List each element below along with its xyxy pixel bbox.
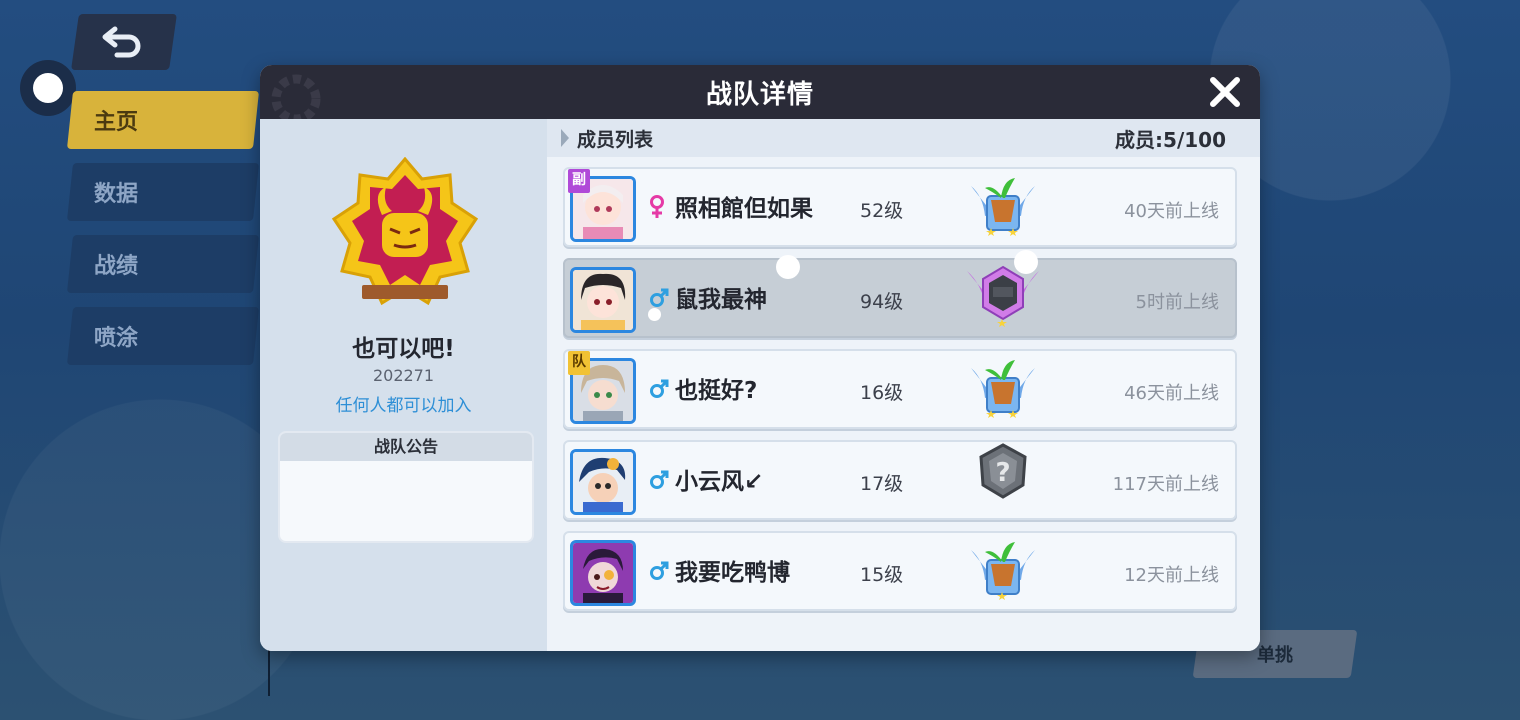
tab-spray[interactable]: 喷涂: [66, 307, 260, 365]
back-button[interactable]: [71, 14, 177, 70]
tab-data[interactable]: 数据: [66, 163, 260, 221]
member-name: 小云风↙: [675, 469, 764, 495]
avatar[interactable]: [570, 449, 636, 515]
member-level: 16级: [860, 382, 904, 404]
avatar[interactable]: [570, 267, 636, 333]
male-icon: [650, 288, 669, 307]
team-notice-box: 战队公告: [278, 431, 534, 543]
member-name: 我要吃鸭博: [675, 560, 790, 586]
solo-button-label: 单挑: [1257, 645, 1293, 666]
member-row[interactable]: 队 也挺好? 16级 46天前上线: [563, 349, 1237, 429]
member-row[interactable]: 副 照相館但如果 52级 40天前上线: [563, 167, 1237, 247]
member-list-title: 成员列表: [577, 128, 654, 151]
floating-assistant-button[interactable]: [20, 60, 76, 116]
last-online: 5时前上线: [1135, 292, 1219, 313]
touch-indicator: [776, 255, 800, 279]
member-row[interactable]: 我要吃鸭博 15级 12天前上线: [563, 531, 1237, 611]
tab-data-label: 数据: [94, 182, 139, 207]
potted-plant-rank-icon: [971, 360, 1035, 418]
close-icon[interactable]: [1208, 75, 1242, 109]
vice-captain-badge: 副: [568, 169, 590, 193]
female-icon: [650, 195, 664, 218]
join-policy: 任何人都可以加入: [335, 396, 472, 416]
last-online: 12天前上线: [1124, 565, 1219, 586]
team-name: 也可以吧!: [352, 336, 455, 362]
member-count: 成员:5/100: [1115, 127, 1226, 152]
member-level: 94级: [860, 291, 904, 313]
potted-plant-rank-icon: [971, 542, 1035, 600]
member-level: 15级: [860, 564, 904, 586]
gear-decoration-icon: [271, 74, 321, 123]
last-online: 46天前上线: [1124, 383, 1219, 404]
member-name: 鼠我最神: [675, 287, 767, 313]
avatar[interactable]: [570, 540, 636, 606]
team-emblem-icon: [332, 157, 478, 306]
unranked-shield-icon: ?: [979, 443, 1027, 499]
captain-badge: 队: [568, 351, 590, 375]
male-icon: [650, 379, 669, 398]
tab-records-label: 战绩: [94, 254, 139, 279]
svg-text:?: ?: [995, 458, 1010, 488]
last-online: 40天前上线: [1124, 201, 1219, 222]
team-notice-title: 战队公告: [280, 433, 532, 461]
team-id: 202271: [372, 366, 435, 385]
team-details-dialog: 战队详情 也可以吧! 202271 任何人都可以加入 战队公告 成员列表 成员:…: [260, 65, 1260, 651]
team-info-panel: 也可以吧! 202271 任何人都可以加入 战队公告: [260, 119, 547, 651]
tab-home[interactable]: 主页: [66, 91, 260, 149]
member-name: 照相館但如果: [675, 196, 813, 222]
member-name: 也挺好?: [675, 378, 758, 404]
touch-indicator: [1014, 250, 1038, 274]
member-row[interactable]: 鼠我最神 94级 5时前上线: [563, 258, 1237, 338]
male-icon: [650, 561, 669, 580]
back-arrow-icon: [102, 26, 141, 58]
member-list-panel: 成员列表 成员:5/100 副 照相館但如果 52级 40天前上线 鼠我最神 9…: [547, 119, 1260, 651]
touch-indicator: [648, 308, 661, 321]
header-arrow-icon: [561, 129, 569, 147]
dialog-title: 战队详情: [705, 79, 814, 110]
member-level: 52级: [860, 200, 904, 222]
male-icon: [650, 470, 669, 489]
tab-home-label: 主页: [94, 110, 139, 135]
potted-plant-rank-icon: [971, 178, 1035, 236]
member-list-header: 成员列表 成员:5/100: [547, 119, 1260, 157]
assistant-dot-icon: [33, 73, 63, 103]
tab-records[interactable]: 战绩: [66, 235, 260, 293]
member-level: 17级: [860, 473, 904, 495]
last-online: 117天前上线: [1112, 474, 1219, 495]
tab-spray-label: 喷涂: [94, 326, 139, 351]
member-row[interactable]: 小云风↙ 17级 ? 117天前上线: [563, 440, 1237, 520]
dialog-header: 战队详情: [260, 65, 1260, 123]
